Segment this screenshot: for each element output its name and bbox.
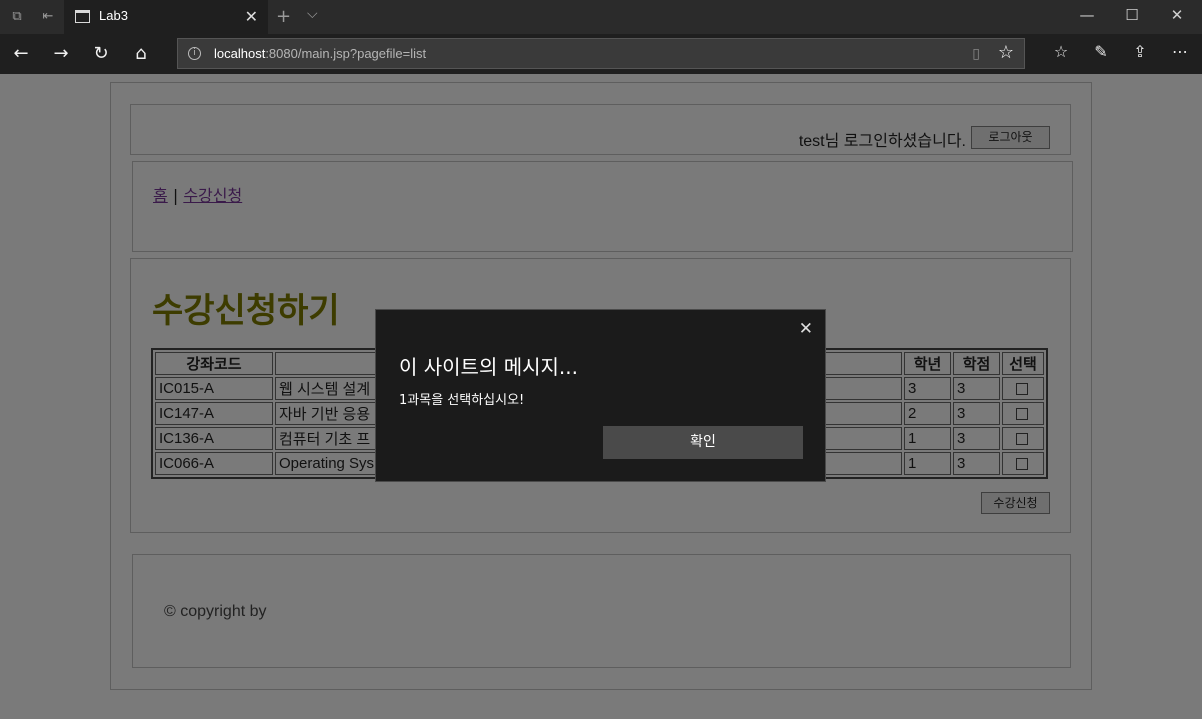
refresh-icon[interactable]: ↻ (89, 42, 113, 66)
enroll-submit-button[interactable]: 수강신청 (981, 492, 1050, 514)
column-header: 선택 (1002, 352, 1044, 375)
site-info-icon[interactable]: i (188, 47, 201, 60)
menu-panel: 홈 | 수강신청 (132, 161, 1073, 252)
url-path: :8080/main.jsp?pagefile=list (265, 46, 427, 61)
favorite-star-icon[interactable]: ☆ (998, 42, 1014, 63)
dialog-message: 1과목을 선택하십시오! (399, 393, 525, 408)
maximize-icon[interactable]: ☐ (1122, 6, 1142, 24)
new-tab-icon[interactable]: + (276, 6, 291, 27)
minimize-icon[interactable]: — (1077, 6, 1097, 24)
select-checkbox[interactable] (1016, 408, 1028, 421)
page-title: 수강신청하기 (152, 291, 340, 331)
home-icon[interactable]: ⌂ (129, 42, 153, 66)
favorites-icon[interactable]: ☆ (1049, 42, 1073, 61)
course-code: IC066-A (155, 452, 273, 475)
home-link[interactable]: 홈 (153, 186, 168, 205)
course-year: 2 (904, 402, 951, 425)
select-cell (1002, 427, 1044, 450)
tab-close-icon[interactable]: ✕ (245, 7, 258, 26)
tab-title: Lab3 (99, 8, 128, 23)
url-text: localhost:8080/main.jsp?pagefile=list (214, 46, 426, 61)
browser-tab[interactable]: Lab3 ✕ (64, 0, 268, 34)
login-status: test님 로그인하셨습니다. (798, 133, 966, 150)
page-icon (75, 10, 90, 23)
alert-dialog: ✕ 이 사이트의 메시지... 1과목을 선택하십시오! 확인 (375, 309, 826, 482)
pen-icon[interactable]: ✎ (1089, 42, 1113, 61)
select-cell (1002, 377, 1044, 400)
dialog-title: 이 사이트의 메시지... (399, 355, 578, 379)
course-year: 1 (904, 452, 951, 475)
navigation-bar: ← → ↻ ⌂ i localhost:8080/main.jsp?pagefi… (0, 34, 1202, 74)
footer-panel: © copyright by (132, 554, 1071, 668)
tab-list-chevron-icon[interactable]: ⌵ (307, 6, 318, 22)
address-bar[interactable]: i localhost:8080/main.jsp?pagefile=list … (177, 38, 1025, 69)
logout-button[interactable]: 로그아웃 (971, 126, 1050, 149)
select-checkbox[interactable] (1016, 458, 1028, 471)
select-checkbox[interactable] (1016, 433, 1028, 446)
url-host: localhost (214, 46, 266, 61)
dialog-ok-button[interactable]: 확인 (603, 426, 803, 459)
course-credit: 3 (953, 377, 1000, 400)
window-close-icon[interactable]: ✕ (1167, 6, 1187, 24)
column-header: 학점 (953, 352, 1000, 375)
select-checkbox[interactable] (1016, 383, 1028, 396)
course-code: IC136-A (155, 427, 273, 450)
menu: 홈 | 수강신청 (153, 182, 242, 206)
select-cell (1002, 402, 1044, 425)
tab-bar: ⧉ ⇤ Lab3 ✕ + ⌵ — ☐ ✕ (0, 0, 1202, 34)
select-cell (1002, 452, 1044, 475)
course-year: 3 (904, 377, 951, 400)
column-header: 학년 (904, 352, 951, 375)
course-credit: 3 (953, 452, 1000, 475)
course-code: IC015-A (155, 377, 273, 400)
reading-view-icon[interactable]: ▯ (972, 46, 980, 62)
course-credit: 3 (953, 427, 1000, 450)
back-icon[interactable]: ← (9, 42, 33, 66)
set-aside-tabs-icon[interactable]: ⇤ (39, 8, 57, 26)
tab-actions-icon[interactable]: ⧉ (8, 8, 26, 26)
forward-icon[interactable]: → (49, 42, 73, 66)
copyright-text: © copyright by (164, 603, 267, 620)
course-code: IC147-A (155, 402, 273, 425)
column-header: 강좌코드 (155, 352, 273, 375)
course-credit: 3 (953, 402, 1000, 425)
login-panel: test님 로그인하셨습니다. 로그아웃 (130, 104, 1071, 155)
course-year: 1 (904, 427, 951, 450)
enroll-link[interactable]: 수강신청 (183, 186, 242, 205)
more-icon[interactable]: ⋯ (1168, 42, 1192, 61)
dialog-close-icon[interactable]: ✕ (799, 319, 813, 339)
share-icon[interactable]: ⇪ (1128, 42, 1152, 61)
menu-separator: | (172, 186, 179, 205)
